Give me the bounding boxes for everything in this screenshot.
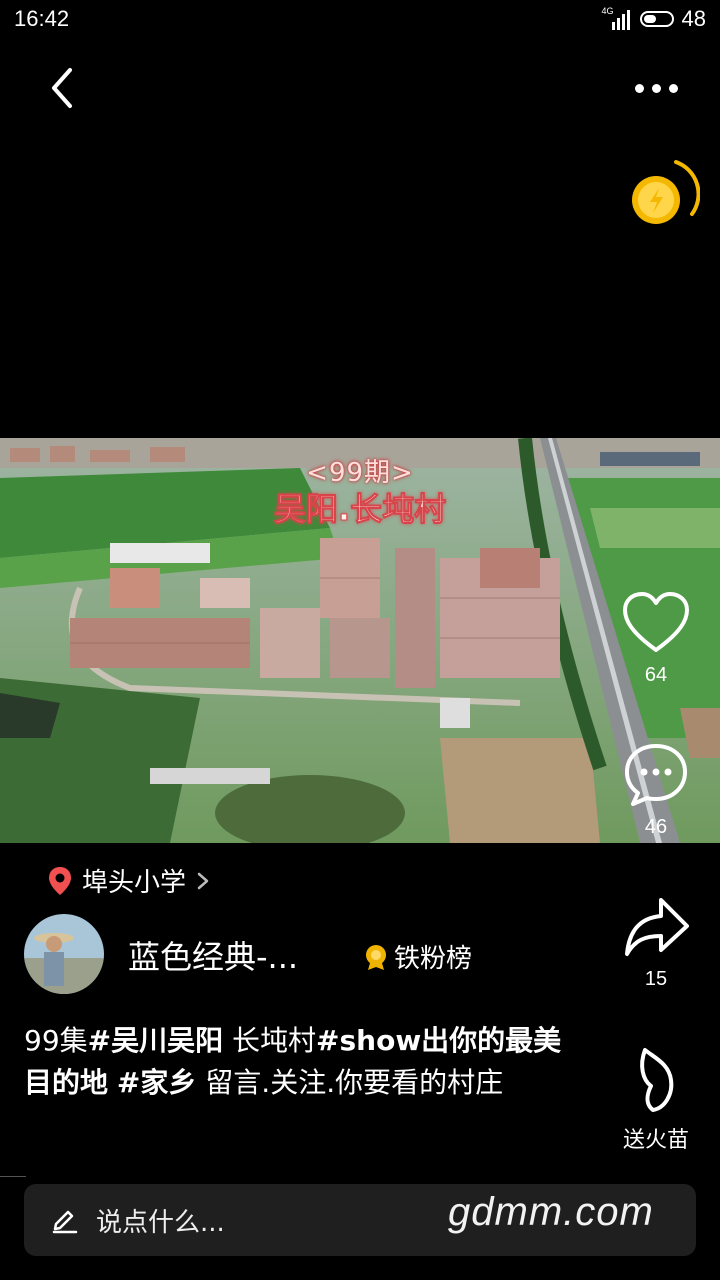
pencil-icon: [50, 1204, 80, 1234]
share-button[interactable]: 15: [616, 894, 696, 991]
signal-icon: 4G: [602, 6, 632, 30]
status-icons: 4G 48: [602, 6, 706, 32]
coin-icon: [632, 160, 701, 224]
like-count: 64: [644, 664, 668, 686]
location-name: 埠头小学: [82, 868, 187, 898]
gift-label: 送火苗: [622, 1128, 689, 1153]
location-pin-icon: [49, 866, 71, 895]
status-time: 16:42: [14, 6, 70, 31]
hashtag-link[interactable]: #吴川吴阳: [88, 1024, 223, 1057]
flame-icon: [640, 1048, 674, 1112]
battery-level: 48: [681, 6, 706, 31]
gift-fire-button[interactable]: 送火苗: [616, 1044, 696, 1154]
heart-icon: [623, 592, 689, 652]
comment-button[interactable]: 46: [616, 742, 696, 839]
hashtag-link[interactable]: #家乡: [117, 1066, 196, 1099]
back-button[interactable]: [42, 64, 82, 112]
more-dot: [651, 83, 661, 93]
caption-text: [108, 1066, 117, 1099]
avatar-image: [24, 914, 104, 994]
video-title-overlay: 吴阳.长坉村: [273, 490, 447, 529]
chevron-right-icon: [197, 872, 209, 889]
author-name[interactable]: 蓝色经典-...: [128, 932, 298, 978]
like-button[interactable]: 64: [616, 590, 696, 687]
caption-text: 99集: [24, 1024, 88, 1057]
share-count: 15: [644, 968, 668, 990]
more-options-button[interactable]: [626, 70, 686, 106]
coin-reward-button[interactable]: [626, 158, 701, 232]
fan-rank-badge[interactable]: 铁粉榜: [364, 938, 472, 975]
comment-placeholder[interactable]: 说点什么...: [96, 1202, 225, 1239]
site-watermark: gdmm.com: [448, 1190, 654, 1234]
caption-text: 留言.关注.你要看的村庄: [196, 1066, 504, 1099]
more-dot: [668, 83, 678, 93]
fan-rank-label: 铁粉榜: [394, 944, 473, 974]
more-dot: [634, 83, 644, 93]
share-icon: [625, 898, 689, 956]
comment-count: 46: [644, 816, 668, 838]
chevron-left-icon: [52, 68, 72, 108]
caption-text: 长坉村: [223, 1024, 317, 1057]
medal-icon: [366, 944, 386, 970]
battery-icon: [639, 11, 674, 27]
comment-icon: [625, 744, 687, 806]
video-caption: 99集#吴川吴阳 长坉村#show出你的最美目的地 #家乡 留言.关注.你要看的…: [24, 1020, 584, 1104]
author-avatar[interactable]: [24, 914, 104, 994]
divider: [0, 1176, 26, 1177]
location-link[interactable]: 埠头小学: [48, 862, 210, 899]
